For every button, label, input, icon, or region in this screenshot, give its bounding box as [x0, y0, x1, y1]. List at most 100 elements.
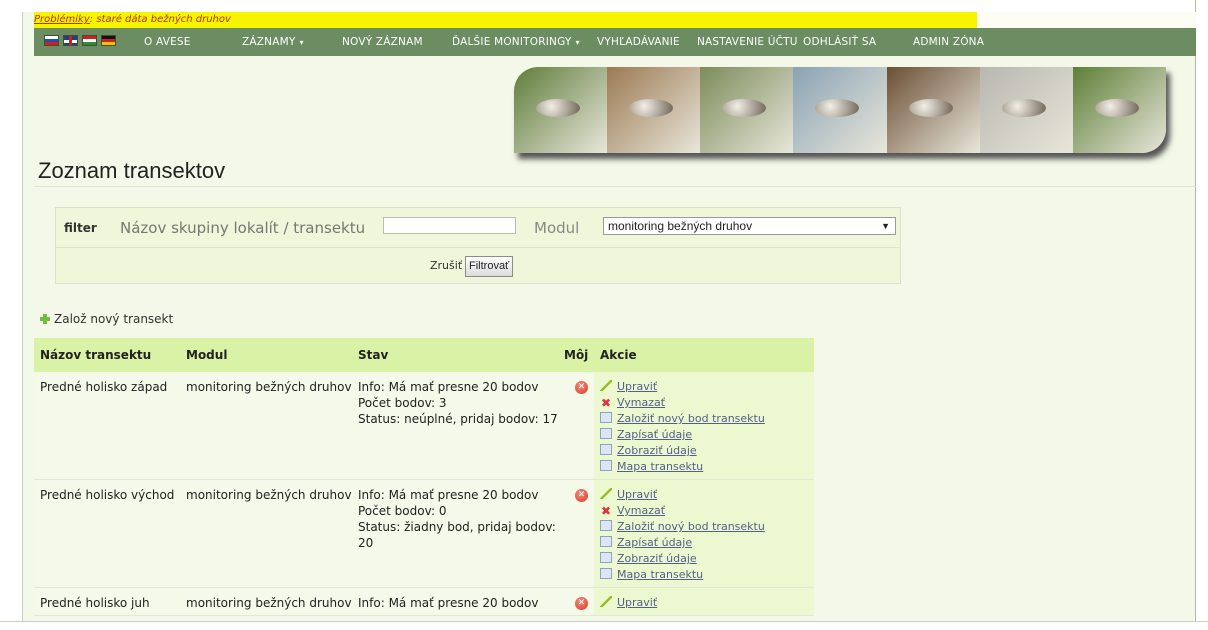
action-item: Mapa transektu: [600, 459, 814, 475]
filter-panel: filter Názov skupiny lokalít / transektu…: [55, 207, 901, 284]
document-icon: [600, 568, 612, 579]
action-link[interactable]: Mapa transektu: [617, 460, 703, 473]
bird-icon: [1001, 99, 1046, 117]
flag-english-icon[interactable]: [63, 35, 78, 46]
cancel-filter-link[interactable]: Zrušiť: [430, 259, 462, 272]
nav-label: ADMIN ZÓNA: [913, 36, 985, 48]
bird-icon: [536, 99, 580, 117]
nav-item-nastavenie-uctu[interactable]: NASTAVENIE ÚČTU: [697, 28, 798, 56]
nav-label: VYHĽADÁVANIE: [597, 36, 680, 48]
dropdown-caret-icon: ▾: [575, 38, 580, 47]
nav-item-odhlasit-sa[interactable]: ODHLÁSIŤ SA: [803, 28, 876, 56]
delete-icon: ✖: [600, 396, 612, 410]
flag-slovak-icon[interactable]: [44, 35, 59, 46]
filter-divider: [56, 247, 900, 248]
mine-cell: ✕: [558, 479, 594, 588]
column-header[interactable]: Môj: [558, 338, 594, 372]
document-icon: [600, 552, 612, 563]
action-link[interactable]: Zapísať údaje: [617, 536, 692, 549]
document-icon: [600, 460, 612, 471]
notice-bar-right: [977, 12, 1196, 28]
status-line: Info: Má mať presne 20 bodov: [358, 596, 539, 610]
action-link[interactable]: Zobraziť údaje: [617, 552, 697, 565]
notice-link[interactable]: Problémiky: [34, 14, 90, 25]
nav-label: NOVÝ ZÁZNAM: [342, 36, 423, 48]
pencil-icon: [600, 596, 612, 607]
nav-label: O AVESE: [144, 36, 191, 48]
action-item: Mapa transektu: [600, 567, 814, 583]
nav-label: ZÁZNAMY: [242, 36, 296, 48]
nav-label: NASTAVENIE ÚČTU: [697, 36, 798, 48]
nav-label: ODHLÁSIŤ SA: [803, 36, 877, 48]
actions-cell: Upraviť: [594, 587, 814, 616]
transect-name-cell: Predné holisko západ: [34, 372, 180, 480]
table-row: Predné holisko juh monitoring bežných dru…: [34, 587, 814, 616]
main-navigation: O AVESE ZÁZNAMY ▾ NOVÝ ZÁZNAM ĎALŠIE MONI…: [34, 28, 1196, 56]
action-link[interactable]: Založiť nový bod transektu: [617, 520, 765, 533]
transects-table: Názov transektu Modul Stav Môj Akcie Pre…: [34, 338, 814, 616]
action-item: Upraviť: [600, 595, 814, 611]
action-link[interactable]: Upraviť: [617, 488, 657, 501]
action-link[interactable]: Zobraziť údaje: [617, 444, 697, 457]
notice-bar: Problémiky: staré dáta bežných druhov: [34, 12, 977, 28]
flag-hungarian-icon[interactable]: [82, 35, 97, 46]
nav-item-zaznamy[interactable]: ZÁZNAMY ▾: [242, 28, 308, 56]
action-link[interactable]: Založiť nový bod transektu: [617, 412, 765, 425]
action-link[interactable]: Upraviť: [617, 380, 657, 393]
action-link[interactable]: Upraviť: [617, 596, 657, 609]
bird-photo: [514, 67, 608, 153]
pencil-icon: [600, 488, 612, 499]
action-item: Zobraziť údaje: [600, 443, 814, 459]
transect-name-input[interactable]: [383, 217, 516, 234]
dropdown-caret-icon: ▾: [299, 38, 304, 47]
nav-item-vyhladavanie[interactable]: VYHĽADÁVANIE: [597, 28, 680, 56]
filter-label: filter: [64, 221, 97, 235]
action-link[interactable]: Vymazať: [617, 396, 665, 409]
action-item: Založiť nový bod transektu: [600, 411, 814, 427]
status-cell: Info: Má mať presne 20 bodov: [352, 587, 558, 616]
action-link[interactable]: Vymazať: [617, 504, 665, 517]
document-icon: [600, 536, 612, 547]
status-line: Info: Má mať presne 20 bodov: [358, 488, 539, 502]
modul-select[interactable]: monitoring bežných druhov ▼: [603, 217, 896, 235]
action-item: Zapísať údaje: [600, 427, 814, 443]
nav-item-dalsie-monitoringy[interactable]: ĎALŠIE MONITORINGY ▾: [452, 28, 584, 56]
nav-item-novy-zaznam[interactable]: NOVÝ ZÁZNAM: [342, 28, 423, 56]
action-link[interactable]: Zapísať údaje: [617, 428, 692, 441]
action-item: Založiť nový bod transektu: [600, 519, 814, 535]
column-header[interactable]: Názov transektu: [34, 338, 180, 372]
actions-cell: Upraviť ✖ Vymazať Založiť nový bod transekt…: [594, 372, 814, 480]
bird-photo-banner: [514, 67, 1166, 153]
column-header[interactable]: Stav: [352, 338, 558, 372]
status-line: Počet bodov: 3: [358, 396, 447, 410]
window-frame-top: [22, 0, 1208, 12]
window-scrollbar[interactable]: [1195, 0, 1208, 630]
not-mine-icon: ✕: [575, 381, 588, 394]
flag-german-icon[interactable]: [101, 35, 116, 46]
column-header[interactable]: Akcie: [594, 338, 814, 372]
transect-name-cell: Predné holisko východ: [34, 479, 180, 588]
status-line: Status: žiadny bod, pridaj bodov: 20: [358, 520, 556, 550]
status-cell: Info: Má mať presne 20 bodov Počet bodov:…: [352, 479, 558, 588]
column-header[interactable]: Modul: [180, 338, 352, 372]
transect-name-label: Názov skupiny lokalít / transektu: [120, 219, 366, 237]
actions-cell: Upraviť ✖ Vymazať Založiť nový bod transekt…: [594, 479, 814, 588]
document-icon: [600, 412, 612, 423]
bird-photo: [793, 67, 887, 153]
filter-submit-button[interactable]: Filtrovať: [465, 256, 514, 277]
status-line: Počet bodov: 0: [358, 504, 447, 518]
table-row: Predné holisko západ monitoring bežných d…: [34, 372, 814, 480]
nav-item-o-avese[interactable]: O AVESE: [144, 28, 191, 56]
bird-photo: [607, 67, 701, 153]
status-line: Status: neúplné, pridaj bodov: 17: [358, 412, 558, 426]
add-transect-link[interactable]: Založ nový transekt: [40, 312, 173, 326]
action-link[interactable]: Mapa transektu: [617, 568, 703, 581]
nav-item-admin-zona[interactable]: ADMIN ZÓNA: [913, 28, 984, 56]
action-item: ✖ Vymazať: [600, 395, 814, 411]
action-item: ✖ Vymazať: [600, 503, 814, 519]
document-icon: [600, 428, 612, 439]
modul-cell: monitoring bežných druhov: [180, 587, 352, 616]
not-mine-icon: ✕: [575, 597, 588, 610]
nav-label: ĎALŠIE MONITORINGY: [452, 36, 572, 48]
modul-cell: monitoring bežných druhov: [180, 479, 352, 588]
